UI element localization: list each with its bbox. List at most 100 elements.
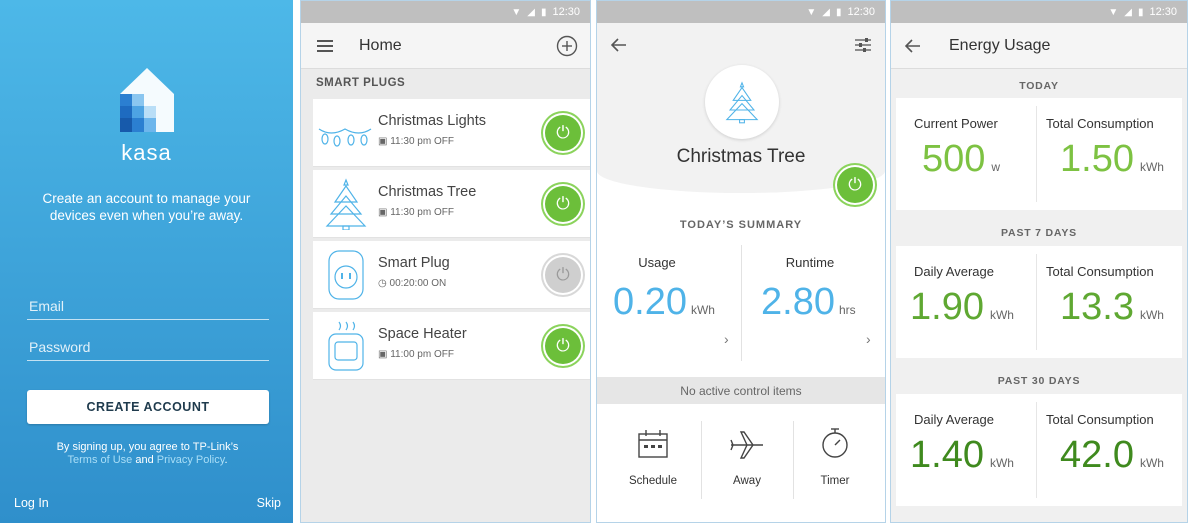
login-link[interactable]: Log In — [14, 496, 49, 510]
kasa-logo-icon — [120, 68, 174, 132]
back-arrow-icon[interactable] — [611, 38, 627, 52]
status-bar: ▼ ◢ ▮ 12:30 — [597, 1, 885, 23]
terms-and: and — [135, 454, 154, 466]
terms-text: By signing up, you agree to TP-Link’s Te… — [20, 441, 275, 467]
total-consumption-unit: kWh — [1139, 308, 1164, 322]
current-power-value: 500 w — [922, 138, 1001, 180]
away-button[interactable]: Away — [699, 421, 795, 501]
usage-unit: kWh — [690, 303, 715, 317]
space-heater-icon — [328, 321, 364, 371]
page-title: Home — [359, 37, 402, 54]
period-label-today: TODAY — [1019, 80, 1059, 92]
christmas-tree-icon — [725, 81, 759, 124]
power-toggle[interactable]: ⏻ — [545, 115, 581, 151]
power-icon: ⏻ — [556, 194, 570, 213]
total-consumption-unit: kWh — [1139, 456, 1164, 470]
total-consumption-value: 13.3 kWh — [1060, 286, 1164, 328]
daily-average-label: Daily Average — [914, 264, 994, 279]
stopwatch-icon — [822, 428, 848, 458]
add-device-icon[interactable] — [556, 35, 578, 57]
total-consumption-label: Total Consumption — [1046, 412, 1154, 427]
terms-of-use-link[interactable]: Terms of Use — [68, 454, 133, 466]
total-consumption-unit: kWh — [1139, 160, 1164, 174]
total-consumption-value: 1.50 kWh — [1060, 138, 1164, 180]
menu-icon[interactable] — [317, 40, 333, 52]
device-row-space-heater[interactable]: Space Heater ▣ 11:00 pm OFF ⏻ — [313, 312, 590, 380]
schedule-label: Schedule — [629, 475, 677, 487]
power-toggle[interactable]: ⏻ — [837, 167, 873, 203]
calendar-icon: ▣ — [378, 207, 388, 218]
device-avatar — [705, 65, 779, 139]
current-power-label: Current Power — [914, 116, 998, 131]
christmas-tree-icon — [325, 178, 367, 230]
away-label: Away — [733, 475, 761, 487]
create-account-button[interactable]: CREATE ACCOUNT — [27, 390, 269, 424]
email-field[interactable]: Email — [27, 298, 269, 320]
power-toggle[interactable]: ⏻ — [545, 257, 581, 293]
timer-icon: ◷ — [378, 278, 387, 289]
period-card-30-days: Daily Average 1.40 kWh Total Consumption … — [896, 394, 1182, 506]
status-time: 12:30 — [847, 6, 875, 18]
password-field[interactable]: Password — [27, 339, 269, 361]
power-toggle[interactable]: ⏻ — [545, 328, 581, 364]
current-power-unit: w — [991, 160, 1001, 174]
daily-average-value: 1.90 kWh — [910, 286, 1014, 328]
battery-icon: ▮ — [540, 6, 547, 18]
power-toggle[interactable]: ⏻ — [545, 186, 581, 222]
status-time: 12:30 — [1149, 6, 1177, 18]
usage-value: 0.20 kWh — [613, 281, 715, 323]
schedule-calendar-icon — [638, 430, 668, 458]
brand-name: kasa — [121, 140, 172, 165]
schedule-button[interactable]: Schedule — [605, 421, 701, 501]
skip-link[interactable]: Skip — [257, 496, 281, 510]
string-lights-icon — [318, 128, 372, 147]
device-name: Smart Plug — [378, 255, 450, 271]
timer-button[interactable]: Timer — [787, 421, 883, 501]
card-divider — [1036, 106, 1037, 202]
calendar-icon: ▣ — [378, 349, 388, 360]
privacy-policy-link[interactable]: Privacy Policy — [157, 454, 225, 466]
runtime-unit: hrs — [838, 303, 856, 317]
smart-plug-icon — [328, 250, 364, 300]
timer-label: Timer — [820, 475, 850, 487]
device-name: Space Heater — [378, 326, 467, 342]
section-header: SMART PLUGS — [316, 77, 406, 89]
period-label-30-days: PAST 30 DAYS — [997, 375, 1081, 387]
daily-average-unit: kWh — [989, 308, 1014, 322]
device-name: Christmas Tree — [378, 184, 477, 200]
status-bar: ▼ ◢ ▮ 12:30 — [301, 1, 590, 23]
device-name: Christmas Lights — [378, 113, 486, 129]
back-arrow-icon[interactable] — [905, 39, 921, 53]
settings-sliders-icon[interactable] — [855, 37, 871, 53]
battery-icon: ▮ — [835, 6, 842, 18]
terms-prefix: By signing up, you agree to TP-Link’s — [56, 441, 239, 453]
device-row-christmas-lights[interactable]: Christmas Lights ▣ 11:30 pm OFF ⏻ — [313, 99, 590, 167]
device-schedule: ▣ 11:00 pm OFF — [378, 349, 454, 360]
card-divider — [1036, 402, 1037, 498]
signal-icon: ◢ — [527, 6, 535, 18]
device-detail-screen: ▼ ◢ ▮ 12:30 Christmas Tree ⏻ TODAY’S SUM… — [596, 0, 886, 523]
period-card-7-days: Daily Average 1.90 kWh Total Consumption … — [896, 246, 1182, 358]
terms-end: . — [224, 454, 228, 466]
power-icon: ⏻ — [848, 175, 862, 194]
device-schedule: ▣ 11:30 pm OFF — [378, 207, 454, 218]
usage-label: Usage — [638, 255, 676, 270]
device-row-christmas-tree[interactable]: Christmas Tree ▣ 11:30 pm OFF ⏻ — [313, 170, 590, 238]
runtime-label: Runtime — [785, 255, 835, 270]
signal-icon: ◢ — [822, 6, 830, 18]
daily-average-label: Daily Average — [914, 412, 994, 427]
power-icon: ⏻ — [556, 265, 570, 284]
runtime-chevron-icon[interactable]: › — [866, 331, 871, 347]
device-row-smart-plug[interactable]: Smart Plug ◷ 00:20:00 ON ⏻ — [313, 241, 590, 309]
usage-chevron-icon[interactable]: › — [724, 331, 729, 347]
signup-screen: kasa Create an account to manage your de… — [0, 0, 293, 523]
home-screen: ▼ ◢ ▮ 12:30 Home SMART PLUGS Christmas L… — [300, 0, 591, 523]
app-bar: Energy Usage — [891, 23, 1187, 69]
no-control-banner: No active control items — [597, 377, 885, 404]
card-divider — [1036, 254, 1037, 350]
summary-label: TODAY’S SUMMARY — [679, 219, 803, 231]
daily-average-unit: kWh — [989, 456, 1014, 470]
airplane-icon — [730, 431, 763, 459]
total-consumption-label: Total Consumption — [1046, 116, 1154, 131]
daily-average-value: 1.40 kWh — [910, 434, 1014, 476]
